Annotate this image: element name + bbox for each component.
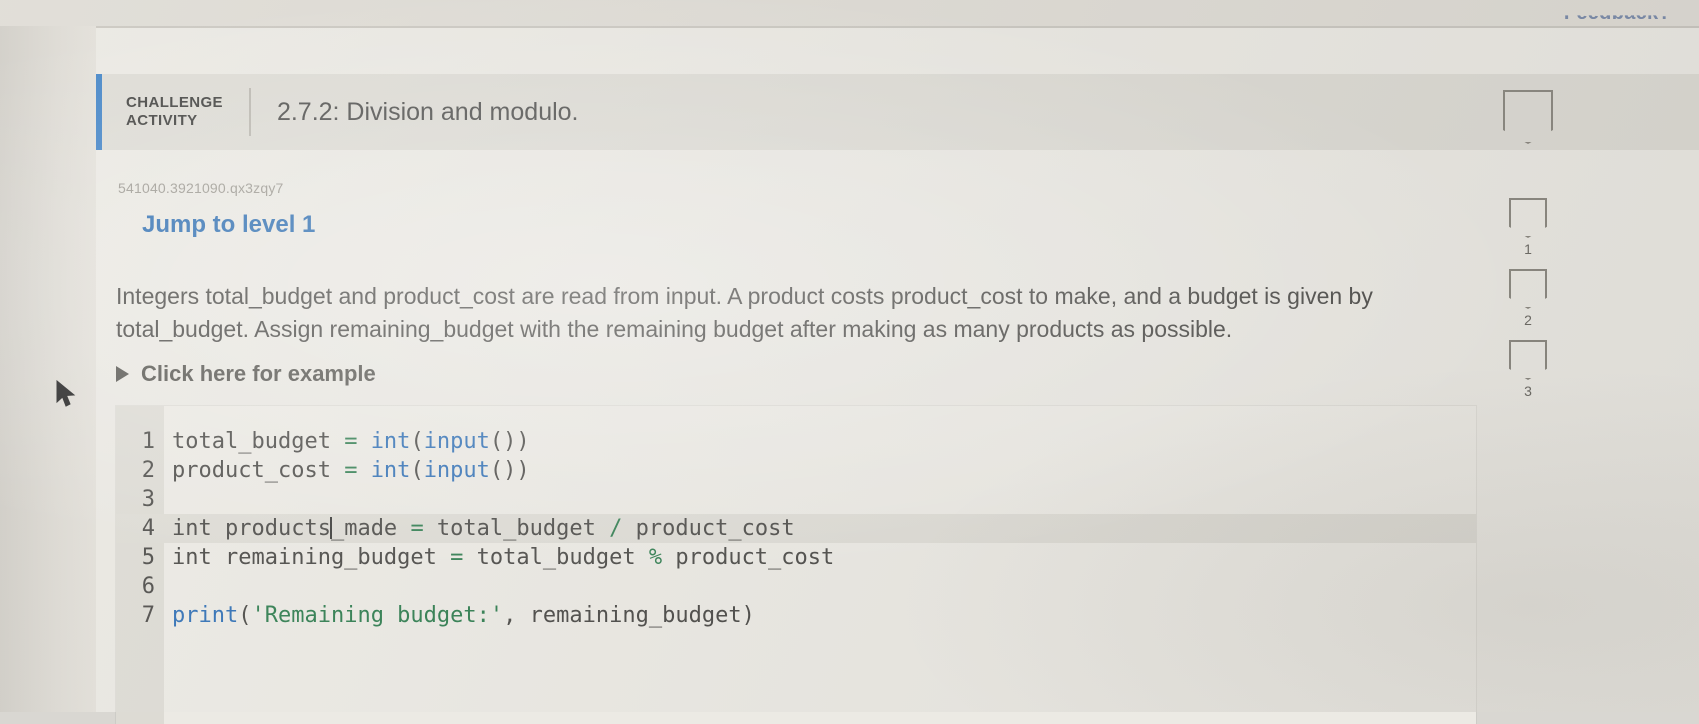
activity-id: 541040.3921090.qx3zqy7	[118, 180, 284, 196]
line-number: 4	[141, 516, 155, 541]
line-number: 1	[141, 429, 155, 454]
progress-badge-2[interactable]: 2	[1509, 269, 1547, 328]
code-text[interactable]: total_budget = int(input())	[164, 427, 530, 456]
line-number: 2	[141, 458, 155, 483]
code-token: int remaining_budget	[172, 545, 451, 570]
line-number: 5	[141, 545, 155, 570]
code-token: int	[370, 429, 411, 454]
badge-shape-large	[1503, 90, 1553, 144]
jump-to-level-heading: Jump to level 1	[142, 211, 316, 238]
badge-shape-2	[1509, 269, 1547, 309]
line-number: 7	[141, 603, 155, 628]
header-divider	[248, 88, 251, 136]
badge-number-3: 3	[1524, 383, 1532, 399]
code-token: 'Remaining budget:'	[251, 603, 504, 628]
left-gutter	[0, 0, 96, 712]
challenge-label-line2: ACTIVITY	[126, 112, 198, 129]
line-number: 6	[141, 574, 155, 599]
badge-number-2: 2	[1524, 312, 1532, 328]
code-text[interactable]: int products_made = total_budget / produ…	[164, 514, 795, 543]
code-token: =	[410, 516, 424, 541]
code-line[interactable]: 2 product_cost = int(input())	[116, 456, 1476, 485]
code-token: product_cost	[662, 545, 835, 570]
code-line[interactable]: 3	[116, 485, 1476, 514]
code-token: ())	[489, 458, 530, 483]
challenge-activity-label: CHALLENGE ACTIVITY	[126, 94, 223, 131]
code-token: total_budget	[172, 429, 345, 454]
code-token: =	[344, 458, 358, 483]
code-editor[interactable]: 1 total_budget = int(input()) 2 product_cos…	[116, 406, 1476, 724]
code-token: =	[344, 429, 358, 454]
badge-shape-3	[1509, 340, 1547, 380]
code-lines-container[interactable]: 1 total_budget = int(input()) 2 product_cos…	[116, 427, 1476, 630]
badge-shape-1	[1509, 198, 1547, 238]
example-disclosure-toggle[interactable]: Click here for example	[116, 361, 376, 387]
code-token: input	[423, 458, 490, 483]
code-text[interactable]: product_cost = int(input())	[164, 456, 530, 485]
code-line[interactable]: 4 int products_made = total_budget / prod…	[116, 514, 1476, 543]
code-text[interactable]: int remaining_budget = total_budget % pr…	[164, 543, 834, 572]
code-token: total_budget	[463, 545, 649, 570]
content-frame: CHALLENGE ACTIVITY 2.7.2: Division and m…	[96, 26, 1699, 724]
code-token: product_cost	[172, 458, 345, 483]
challenge-label-line1: CHALLENGE	[126, 93, 223, 111]
code-token: int products	[172, 516, 331, 541]
challenge-activity-header: CHALLENGE ACTIVITY 2.7.2: Division and m…	[96, 74, 1699, 150]
progress-badge-1[interactable]: 1	[1509, 198, 1547, 257]
code-token: (	[410, 458, 424, 483]
chevron-right-icon	[116, 366, 129, 382]
code-token: (	[238, 603, 252, 628]
code-token: input	[423, 429, 490, 454]
code-token: total_budget	[423, 516, 610, 541]
code-token: (	[410, 429, 424, 454]
progress-badge-large[interactable]	[1503, 90, 1553, 144]
code-token: print	[172, 603, 239, 628]
header-accent-bar	[96, 74, 102, 150]
example-toggle-label: Click here for example	[141, 361, 376, 386]
code-line[interactable]: 5 int remaining_budget = total_budget % p…	[116, 543, 1476, 572]
feedback-link[interactable]: Feedback?	[1564, 15, 1671, 25]
progress-badge-3[interactable]: 3	[1509, 340, 1547, 399]
code-token: , remaining_budget)	[503, 603, 755, 628]
top-strip: Feedback?	[0, 0, 1699, 26]
code-token: _made	[330, 516, 411, 541]
instructions-text: Integers total_budget and product_cost a…	[116, 283, 1373, 342]
code-token: %	[648, 545, 663, 570]
code-token: =	[450, 545, 464, 570]
code-text[interactable]: print('Remaining budget:', remaining_bud…	[164, 601, 755, 630]
code-token: product_cost	[622, 516, 795, 541]
line-number: 3	[141, 487, 155, 512]
code-line[interactable]: 7 print('Remaining budget:', remaining_bu…	[116, 601, 1476, 630]
code-line[interactable]: 6	[116, 572, 1476, 601]
screen-background: Feedback? CHALLENGE ACTIVITY 2.7.2: Divi…	[0, 0, 1699, 724]
code-token: int	[370, 458, 411, 483]
badge-number-1: 1	[1524, 241, 1532, 257]
code-token: /	[609, 516, 623, 541]
code-token: ())	[489, 429, 530, 454]
code-line[interactable]: 1 total_budget = int(input())	[116, 427, 1476, 456]
page-title: 2.7.2: Division and modulo.	[276, 97, 579, 126]
